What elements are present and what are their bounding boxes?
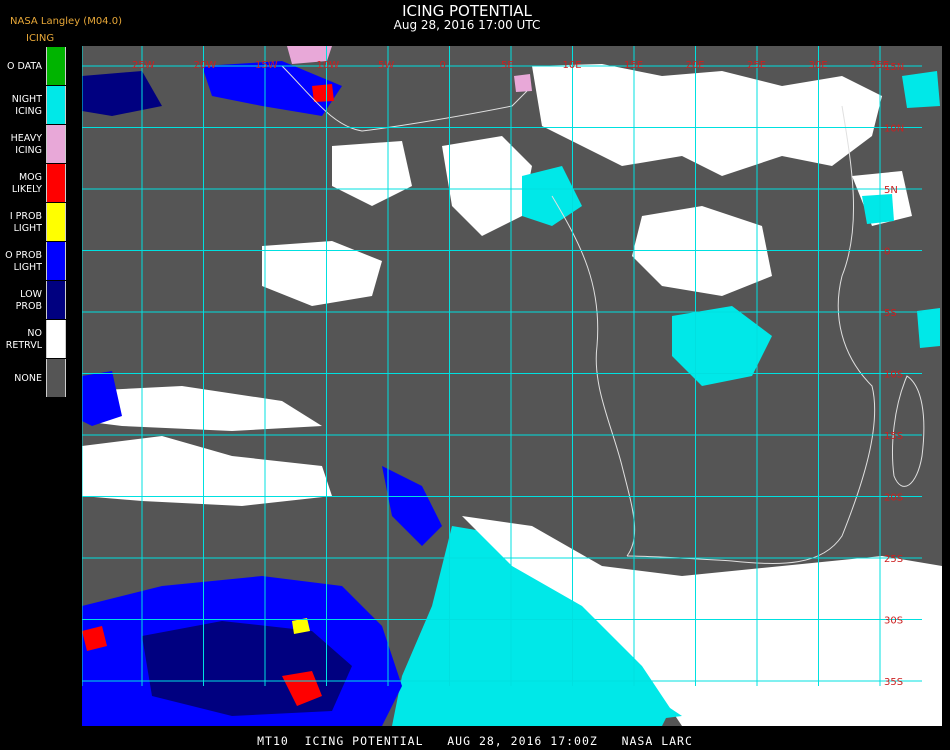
latitude-label: 10S	[884, 370, 903, 381]
legend-item-hi-prob-light: I PROB LIGHT	[0, 203, 66, 242]
longitude-label: 5W	[378, 60, 394, 71]
longitude-label: 25W	[132, 60, 155, 71]
latitude-label: 10N	[884, 124, 904, 135]
latitude-label: 30S	[884, 616, 903, 627]
legend-label: LOW PROB	[15, 288, 42, 312]
legend-swatch	[46, 320, 66, 358]
legend-swatch	[46, 203, 66, 241]
latitude-label: 15S	[884, 431, 903, 442]
icing-map: 25W 20W 15W 10W 5W 0 5E 10E 15E 20E 25E 30E 35E 15N1…	[82, 46, 942, 726]
legend-label: I PROB LIGHT	[9, 210, 42, 234]
longitude-label: 20W	[194, 60, 217, 71]
legend-item-heavy-icing: HEAVY ICING	[0, 125, 66, 164]
legend-swatch	[46, 164, 66, 202]
legend-swatch	[46, 47, 66, 85]
longitude-label: 30E	[809, 60, 828, 71]
legend-item-no-retrvl: NO RETRVL	[0, 320, 66, 359]
longitude-label: 15E	[624, 60, 643, 71]
heavy-icing-area	[514, 74, 532, 92]
legend-swatch	[46, 86, 66, 124]
legend-label: NIGHT ICING	[11, 93, 42, 117]
night-icing-patch	[862, 194, 894, 224]
mog-likely-area	[312, 84, 334, 102]
legend-item-no-data: O DATA	[0, 47, 66, 86]
longitude-label: 25E	[747, 60, 766, 71]
legend-item-low-prob: LOW PROB	[0, 281, 66, 320]
footer-caption: MT10 ICING POTENTIAL AUG 28, 2016 17:00Z…	[257, 734, 693, 748]
legend-item-none: NONE	[0, 359, 66, 398]
page-subtitle: Aug 28, 2016 17:00 UTC	[393, 18, 541, 32]
night-icing-patch	[902, 71, 940, 108]
legend-item-lo-prob-light: O PROB LIGHT	[0, 242, 66, 281]
longitude-label: 0	[440, 60, 446, 71]
legend-label: MOG LIKELY	[11, 171, 42, 195]
legend-label: O DATA	[7, 60, 42, 72]
longitude-label: 15W	[255, 60, 278, 71]
latitude-label: 15N	[884, 62, 904, 73]
legend-swatch	[46, 359, 66, 397]
longitude-label: 10E	[563, 60, 582, 71]
latitude-label: 35S	[884, 677, 903, 688]
latitude-label: 20S	[884, 493, 903, 504]
night-icing-patch	[917, 308, 940, 348]
legend-label: HEAVY ICING	[10, 132, 42, 156]
legend-item-night-icing: NIGHT ICING	[0, 86, 66, 125]
longitude-label: 20E	[686, 60, 705, 71]
legend-label: NO RETRVL	[5, 327, 42, 351]
legend-swatch	[46, 281, 66, 319]
legend-swatch	[46, 125, 66, 163]
legend-swatch	[46, 242, 66, 280]
latitude-label: 25S	[884, 554, 903, 565]
latitude-label: 5S	[884, 308, 897, 319]
legend-title: ICING	[26, 33, 55, 44]
longitude-label: 5E	[501, 60, 514, 71]
latitude-label: 0	[884, 247, 890, 258]
legend-item-mog-likely: MOG LIKELY	[0, 164, 66, 203]
latitude-label: 5N	[884, 185, 898, 196]
legend-label: O PROB LIGHT	[5, 249, 42, 273]
legend-label: NONE	[14, 372, 42, 384]
longitude-label: 10W	[317, 60, 340, 71]
